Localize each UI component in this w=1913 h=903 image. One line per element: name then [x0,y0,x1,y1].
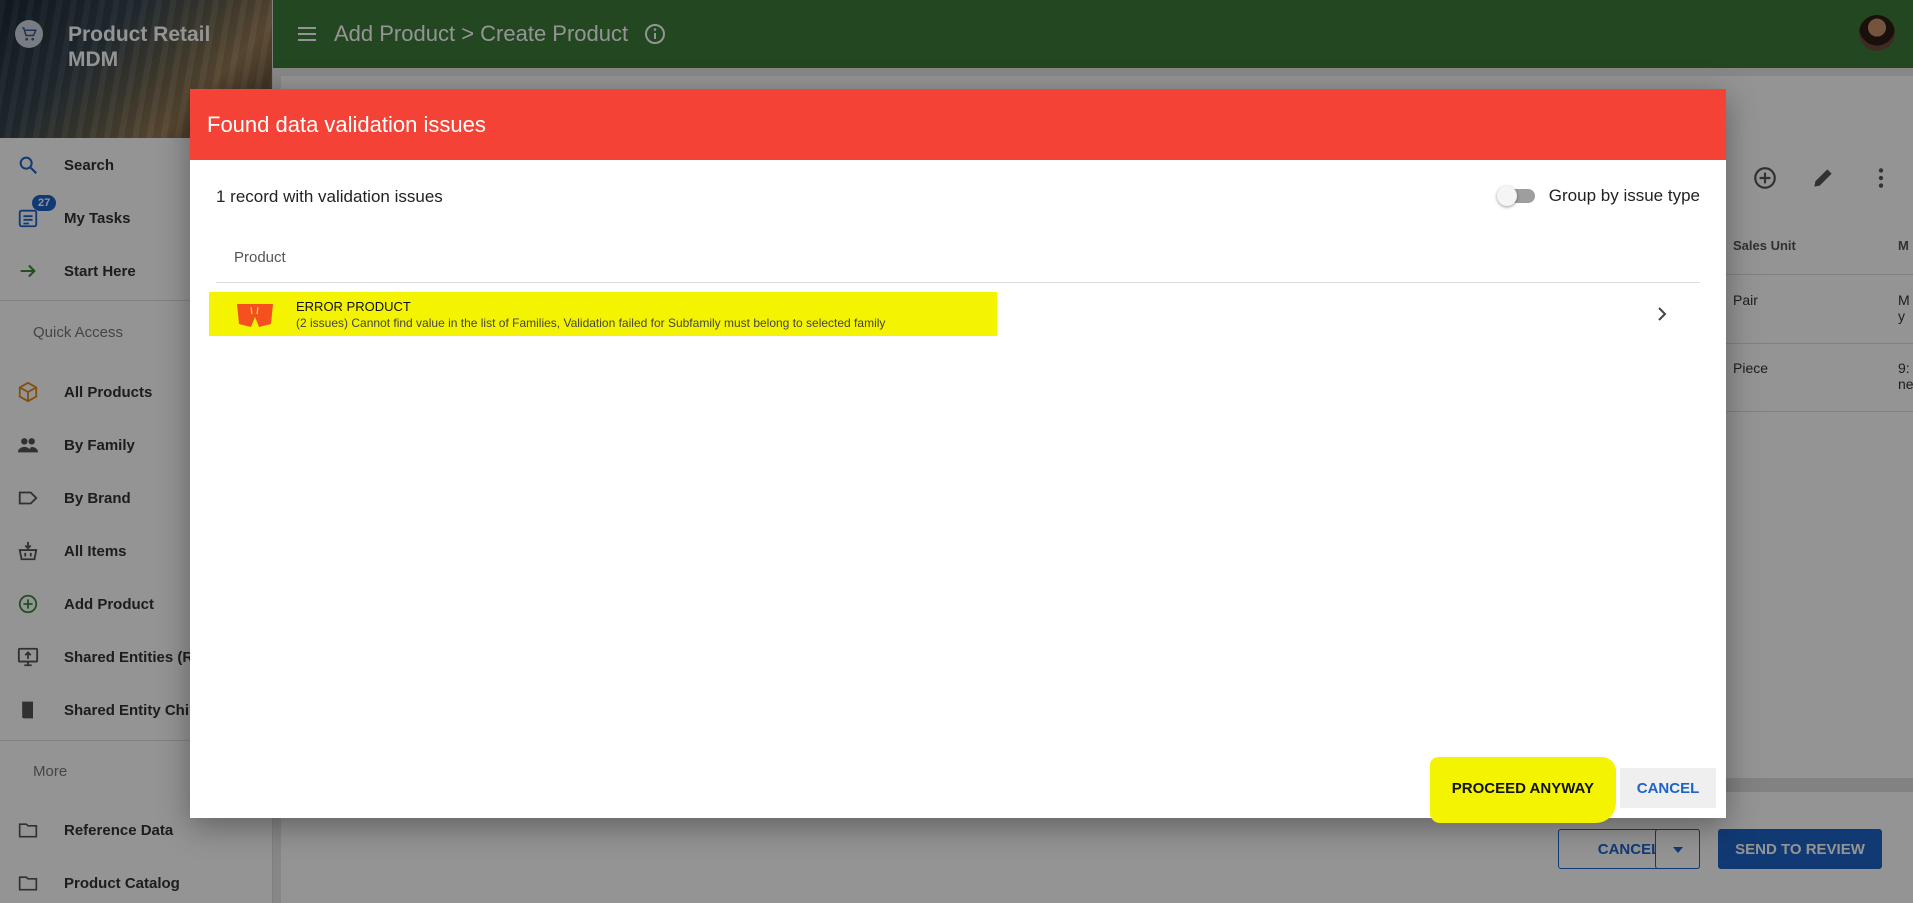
validation-record-row[interactable]: ERROR PRODUCT (2 issues) Cannot find val… [209,292,1700,342]
dialog-actions: PROCEED ANYWAY CANCEL [1429,757,1716,823]
validation-dialog: Found data validation issues 1 record wi… [190,89,1726,823]
header-divider [216,282,1700,283]
dialog-title: Found data validation issues [207,111,486,137]
record-issues: (2 issues) Cannot find value in the list… [296,316,886,330]
dialog-header: Found data validation issues [190,89,1726,160]
group-by-toggle[interactable]: Group by issue type [1496,186,1700,206]
proceed-anyway-button[interactable]: PROCEED ANYWAY [1429,757,1617,823]
group-by-label: Group by issue type [1548,186,1700,205]
product-thumbnail [235,301,275,329]
dialog-cancel-button[interactable]: CANCEL [1620,768,1716,808]
switch-knob [1496,186,1517,206]
validation-summary: 1 record with validation issues [216,187,443,206]
group-by-switch[interactable] [1496,186,1535,206]
record-name: ERROR PRODUCT [296,299,411,314]
proceed-anyway-label: PROCEED ANYWAY [1451,779,1594,797]
chevron-right-icon[interactable] [1650,302,1674,326]
product-column-header: Product [234,249,286,266]
